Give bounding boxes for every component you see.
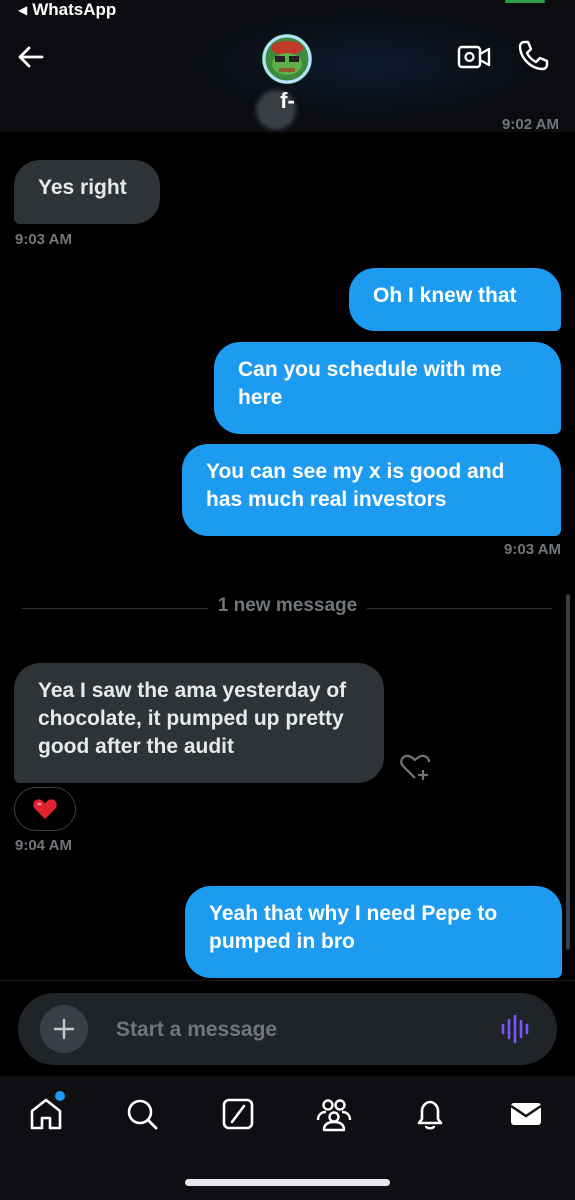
- avatar-image-icon: [262, 34, 312, 84]
- message-timestamp: 9:03 AM: [15, 231, 72, 248]
- sent-message-bubble[interactable]: Yeah that why I need Pepe to pumped in b…: [185, 886, 562, 978]
- message-reaction[interactable]: [14, 787, 76, 831]
- new-message-divider: 1 new message: [0, 595, 575, 617]
- message-input[interactable]: [114, 1013, 478, 1047]
- home-notification-dot: [55, 1091, 65, 1101]
- voice-message-icon[interactable]: [498, 1011, 532, 1047]
- contact-avatar[interactable]: [262, 34, 312, 84]
- received-message-bubble[interactable]: Yes right: [14, 160, 160, 224]
- sent-message-bubble[interactable]: You can see my x is good and has much re…: [182, 444, 561, 536]
- plus-icon: [53, 1018, 75, 1040]
- notifications-icon[interactable]: [410, 1094, 450, 1134]
- battery-indicator: [505, 0, 545, 3]
- grok-icon[interactable]: [218, 1094, 258, 1134]
- messages-icon[interactable]: [506, 1094, 546, 1134]
- previous-message-time: 9:02 AM: [502, 118, 559, 132]
- back-app-label: WhatsApp: [32, 0, 117, 19]
- back-to-app-link[interactable]: ◀ WhatsApp: [18, 0, 116, 20]
- back-arrow-icon[interactable]: [14, 40, 48, 74]
- communities-icon[interactable]: [314, 1094, 354, 1134]
- sent-message-bubble[interactable]: Can you schedule with me here: [214, 342, 561, 434]
- sent-message-bubble[interactable]: Oh I knew that: [349, 268, 561, 331]
- chat-scrollbar[interactable]: [566, 594, 570, 950]
- status-bar: ◀ WhatsApp: [0, 0, 575, 24]
- home-indicator[interactable]: [185, 1179, 390, 1186]
- message-list: Yes right 9:03 AM Oh I knew that Can you…: [0, 132, 575, 980]
- message-composer: [18, 993, 557, 1065]
- add-reaction-icon[interactable]: [398, 750, 432, 784]
- video-call-icon[interactable]: [456, 40, 492, 74]
- back-triangle-icon: ◀: [18, 3, 28, 17]
- phone-call-icon[interactable]: [515, 38, 551, 74]
- heart-emoji-icon: [33, 799, 57, 819]
- message-timestamp: 9:04 AM: [15, 837, 72, 854]
- search-icon[interactable]: [122, 1094, 162, 1134]
- message-timestamp: 9:03 AM: [504, 541, 561, 558]
- new-message-divider-label: 1 new message: [207, 595, 368, 616]
- add-attachment-button[interactable]: [40, 1005, 88, 1053]
- contact-name[interactable]: f-: [0, 88, 575, 114]
- received-message-bubble[interactable]: Yea I saw the ama yesterday of chocolate…: [14, 663, 384, 783]
